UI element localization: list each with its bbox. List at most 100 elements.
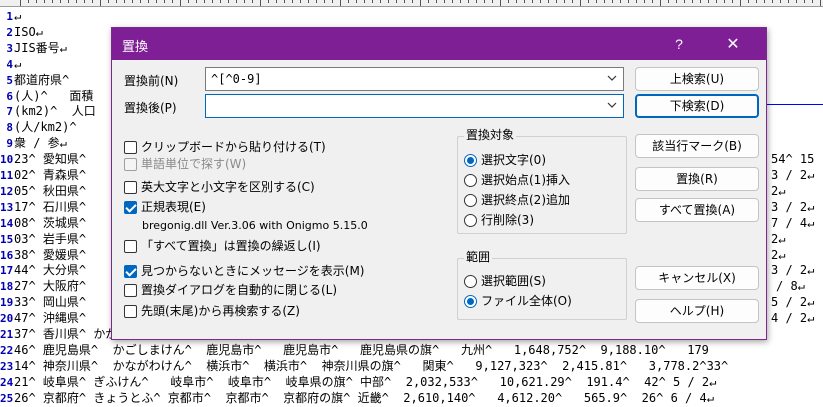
radio-icon[interactable] xyxy=(464,194,477,207)
editor-line[interactable]: 1↵ xyxy=(0,9,823,23)
ruler-tick xyxy=(404,0,405,3)
replace-combobox[interactable] xyxy=(205,94,624,118)
line-tail-text: 2↵ xyxy=(771,231,786,246)
find-input[interactable]: ^[^0-9] xyxy=(211,72,262,86)
line-text: 44^ 大分県^ xyxy=(14,263,87,278)
ruler xyxy=(0,0,823,7)
ruler-tick xyxy=(324,0,325,3)
line-text: 21^ 岐阜県^ ぎふけん^ 岐阜市^ 岐阜市^ 岐阜県の旗^ 中部^ 2,03… xyxy=(14,374,717,389)
radio-label: 選択文字(0) xyxy=(481,153,546,167)
checkbox-icon[interactable] xyxy=(124,141,137,154)
close-icon[interactable]: ✕ xyxy=(718,33,748,55)
ruler-tick xyxy=(340,0,341,6)
ruler-tick xyxy=(540,0,541,3)
editor-line[interactable]: 2421^ 岐阜県^ ぎふけん^ 岐阜市^ 岐阜市^ 岐阜県の旗^ 中部^ 2,… xyxy=(0,375,823,389)
checkbox-icon xyxy=(124,158,137,171)
checkbox-icon[interactable] xyxy=(124,305,137,318)
ruler-tick xyxy=(708,0,709,3)
ruler-tick xyxy=(796,0,797,3)
range-group: 範囲 選択範囲(S) ファイル全体(O) xyxy=(457,250,627,320)
line-number: 18 xyxy=(0,280,14,294)
line-text: 14^ 神奈川県^ かながわけん^ 横浜市^ 横浜市^ 神奈川県の旗^ 関東^ … xyxy=(14,358,729,373)
ruler-tick xyxy=(716,0,717,3)
ruler-tick xyxy=(196,0,197,3)
ruler-tick xyxy=(820,0,821,6)
ruler-tick xyxy=(588,0,589,3)
ruler-tick xyxy=(60,0,61,3)
line-text: 26^ 京都府^ きょうとふ^ 京都市^ 京都市^ 京都府の旗^ 近畿^ 2,6… xyxy=(14,390,714,405)
line-number: 5 xyxy=(6,73,13,87)
radio-icon[interactable] xyxy=(464,275,477,288)
replace-target-group: 置換対象 選択文字(0) 選択始点(1)挿入 選択終点(2)追加 行削除(3) xyxy=(457,128,627,234)
ruler-tick xyxy=(380,0,381,3)
line-text: 47^ 沖縄県^ xyxy=(14,311,87,326)
checkbox-label: クリップボードから貼り付ける(T) xyxy=(141,140,326,154)
checkbox-icon[interactable] xyxy=(124,284,137,297)
find-combobox[interactable]: ^[^0-9] xyxy=(205,67,624,91)
ruler-tick xyxy=(364,0,365,3)
help-button[interactable]: ヘルプ(H) xyxy=(635,299,759,323)
editor-line[interactable]: 2526^ 京都府^ きょうとふ^ 京都市^ 京都市^ 京都府の旗^ 近畿^ 2… xyxy=(0,391,823,405)
ruler-tick xyxy=(348,0,349,3)
ruler-tick xyxy=(28,0,29,3)
ruler-tick xyxy=(468,0,469,3)
ruler-tick xyxy=(740,0,741,6)
search-up-button[interactable]: 上検索(U) xyxy=(635,67,759,91)
line-number: 24 xyxy=(0,375,14,389)
line-number: 13 xyxy=(0,200,14,214)
ruler-tick xyxy=(604,0,605,3)
ruler-tick xyxy=(212,0,213,3)
replace-target-title: 置換対象 xyxy=(464,128,517,142)
line-number: 6 xyxy=(6,89,13,103)
ruler-tick xyxy=(452,0,453,3)
radio-selected-icon[interactable] xyxy=(464,154,477,167)
help-question-icon[interactable]: ? xyxy=(667,33,691,55)
mark-lines-button[interactable]: 該当行マーク(B) xyxy=(635,134,759,158)
line-text: (人)^ 面積 xyxy=(14,88,94,103)
ruler-tick xyxy=(148,0,149,3)
ruler-tick xyxy=(292,0,293,3)
ruler-tick xyxy=(492,0,493,3)
dialog-title: 置換 xyxy=(122,39,149,54)
ruler-tick xyxy=(700,0,701,3)
line-number: 21 xyxy=(0,328,14,341)
radio-label: 選択始点(1)挿入 xyxy=(481,173,570,187)
ruler-tick xyxy=(116,0,117,3)
checkbox-icon[interactable] xyxy=(124,181,137,194)
editor-line[interactable]: 2314^ 神奈川県^ かながわけん^ 横浜市^ 横浜市^ 神奈川県の旗^ 関東… xyxy=(0,359,823,373)
line-tail-text: 4 / 2↵ xyxy=(771,311,815,326)
line-number: 23 xyxy=(0,359,14,373)
ruler-tick xyxy=(260,0,261,6)
ruler-tick xyxy=(100,0,101,6)
ruler-tick xyxy=(308,0,309,3)
radio-icon[interactable] xyxy=(464,214,477,227)
cancel-button[interactable]: キャンセル(X) xyxy=(635,266,759,290)
ruler-tick xyxy=(628,0,629,3)
ruler-tick xyxy=(612,0,613,3)
ruler-tick xyxy=(476,0,477,3)
ruler-tick xyxy=(276,0,277,3)
dialog-titlebar[interactable]: 置換 ? ✕ xyxy=(112,28,766,60)
line-number: 22 xyxy=(0,343,14,357)
replace-all-button[interactable]: すべて置換(A) xyxy=(635,198,759,222)
chevron-down-icon[interactable] xyxy=(607,73,617,83)
radio-icon[interactable] xyxy=(464,174,477,187)
checkbox-checked-icon[interactable] xyxy=(124,201,137,214)
ruler-tick xyxy=(84,0,85,3)
line-tail-text: 3 / 2↵ xyxy=(771,168,815,182)
line-text: 02^ 青森県^ xyxy=(14,168,87,182)
search-down-button[interactable]: 下検索(D) xyxy=(635,94,759,118)
radio-selected-icon[interactable] xyxy=(464,295,477,308)
ruler-tick xyxy=(204,0,205,3)
line-number: 11 xyxy=(0,169,14,182)
line-text: (km2)^ 人口 xyxy=(14,104,96,119)
ruler-tick xyxy=(460,0,461,3)
checkbox-label: 先頭(末尾)から再検索する(Z) xyxy=(141,304,300,318)
checkbox-checked-icon[interactable] xyxy=(124,265,137,278)
line-text: JIS番号↵ xyxy=(14,40,67,55)
editor-line[interactable]: 2246^ 鹿児島県^ かごしまけん^ 鹿児島市^ 鹿児島市^ 鹿児島県の旗^ … xyxy=(0,343,823,357)
checkbox-icon[interactable] xyxy=(124,240,137,253)
chevron-down-icon[interactable] xyxy=(607,100,617,110)
replace-button[interactable]: 置換(R) xyxy=(635,167,759,191)
ruler-tick xyxy=(532,0,533,3)
